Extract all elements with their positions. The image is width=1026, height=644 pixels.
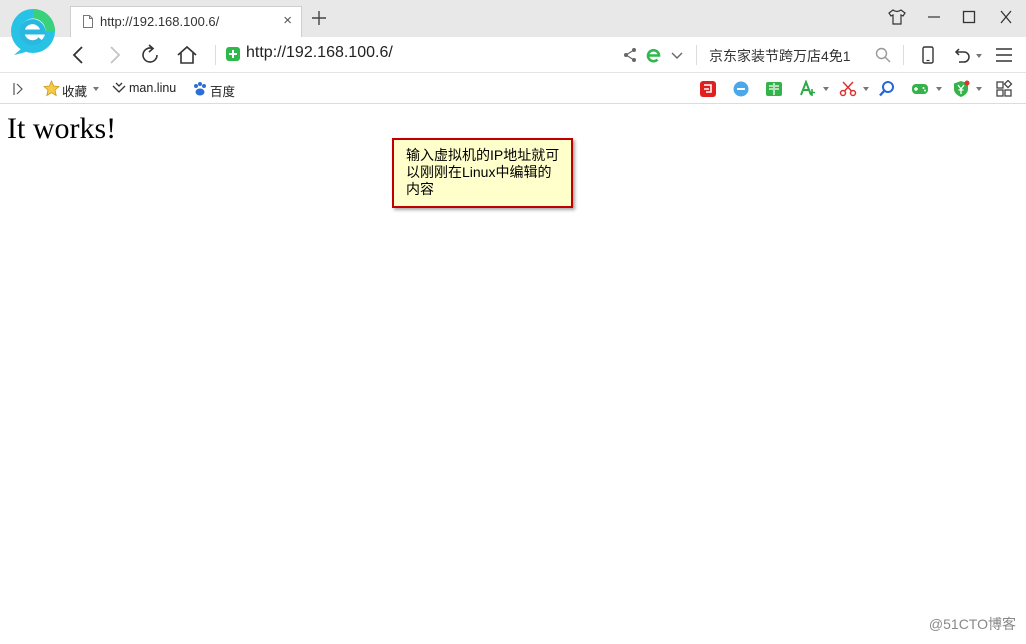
sidebar-toggle-icon[interactable] (10, 81, 26, 97)
chevron-down-icon[interactable] (976, 54, 982, 58)
search-box-suggestion[interactable]: 京东家装节跨万店4免1 (709, 46, 851, 66)
tab-title: http://192.168.100.6/ (100, 14, 220, 29)
star-icon (43, 80, 60, 97)
bookmarks-bar: 收藏 man.linu 百度 (0, 74, 1026, 104)
page-content: It works! 输入虚拟机的IP地址就可以刚刚在Linux中编辑的内容 @5… (0, 105, 1026, 644)
back-icon[interactable] (68, 44, 90, 66)
minimize-icon[interactable] (925, 9, 943, 25)
home-icon[interactable] (176, 44, 198, 66)
favorites-button[interactable]: 收藏 (62, 81, 87, 100)
title-bar: http://192.168.100.6/ × (0, 0, 1026, 37)
menu-icon[interactable] (993, 44, 1015, 66)
undo-close-tab-icon[interactable] (951, 44, 973, 66)
reading-mode-icon[interactable] (765, 80, 783, 98)
maximize-icon[interactable] (960, 9, 978, 25)
ie-compat-mode-icon[interactable] (645, 46, 663, 64)
sohu-video-icon[interactable] (699, 80, 717, 98)
address-bar-url[interactable]: http://192.168.100.6/ (246, 44, 393, 62)
adblock-icon[interactable] (732, 80, 750, 98)
watermark: @51CTO博客 (928, 616, 1016, 632)
bookmark-baidu[interactable]: 百度 (210, 81, 235, 100)
chevron-down-icon[interactable] (976, 87, 982, 91)
price-shield-icon[interactable] (952, 80, 970, 98)
page-icon (83, 15, 93, 28)
game-controller-icon[interactable] (911, 80, 929, 98)
secure-shield-icon[interactable] (226, 47, 240, 61)
apps-grid-icon[interactable] (995, 80, 1013, 98)
search-icon[interactable] (874, 46, 892, 64)
close-window-icon[interactable] (997, 9, 1015, 25)
separator (215, 45, 216, 65)
linux-icon (112, 82, 126, 93)
skin-shirt-icon[interactable] (888, 9, 906, 25)
mobile-sync-icon[interactable] (917, 44, 939, 66)
magnifier-icon[interactable] (878, 80, 896, 98)
bookmark-man-linux[interactable]: man.linu (129, 81, 176, 95)
browser-logo-icon[interactable] (10, 8, 58, 56)
chevron-down-icon[interactable] (93, 87, 99, 91)
separator (903, 45, 904, 65)
baidu-paw-icon (194, 82, 206, 96)
tab-close-icon[interactable]: × (283, 13, 292, 29)
navigation-bar: http://192.168.100.6/ 京东家装节跨万店4免1 (0, 37, 1026, 73)
annotation-callout: 输入虚拟机的IP地址就可以刚刚在Linux中编辑的内容 (392, 138, 573, 208)
share-icon[interactable] (621, 46, 639, 64)
browser-tab[interactable]: http://192.168.100.6/ × (70, 6, 302, 37)
chevron-down-icon[interactable] (669, 46, 685, 64)
refresh-icon[interactable] (139, 44, 161, 66)
translate-icon[interactable] (799, 80, 817, 98)
separator (696, 45, 697, 65)
page-heading: It works! (7, 112, 117, 145)
new-tab-icon[interactable] (309, 8, 329, 28)
chevron-down-icon[interactable] (863, 87, 869, 91)
forward-icon[interactable] (103, 44, 125, 66)
screenshot-scissors-icon[interactable] (839, 80, 857, 98)
chevron-down-icon[interactable] (936, 87, 942, 91)
chevron-down-icon[interactable] (823, 87, 829, 91)
